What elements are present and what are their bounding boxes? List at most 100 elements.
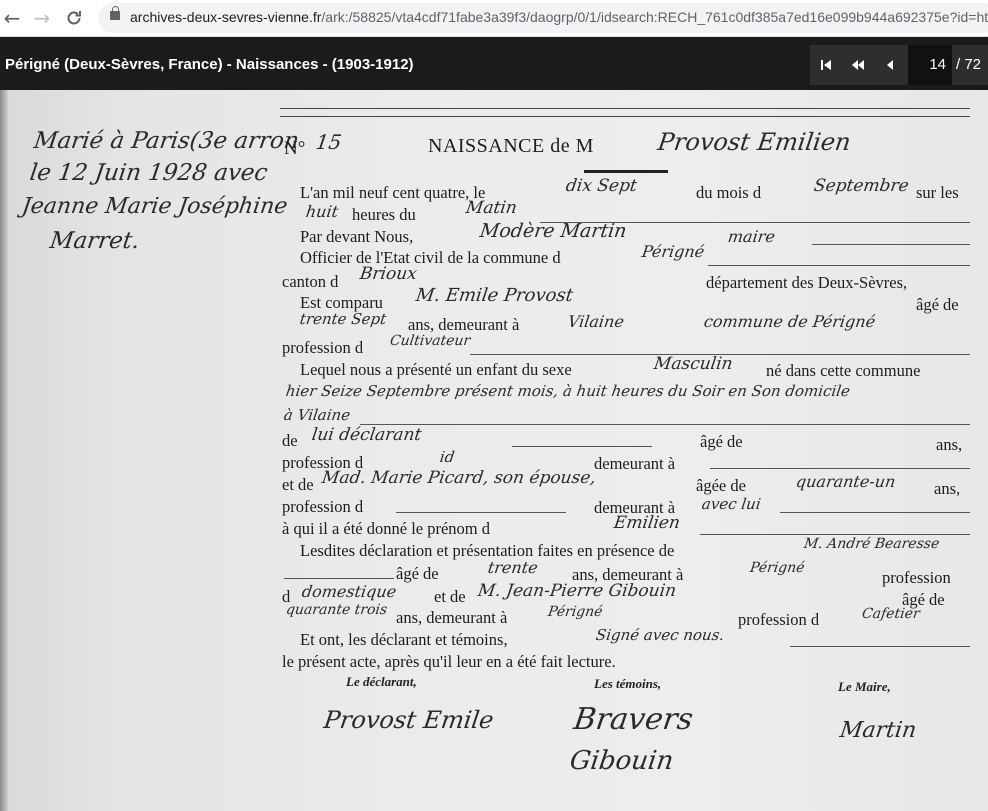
- hw-day: dix Sept: [564, 176, 639, 196]
- text-l14c: ans,: [934, 479, 961, 498]
- hw-profession-id: id: [438, 448, 456, 466]
- hw-witness2-place: Périgné: [546, 604, 604, 620]
- page-number-input[interactable]: 14: [908, 45, 952, 85]
- fill-line: [812, 244, 970, 245]
- text-l8a: profession d: [282, 338, 364, 357]
- text-l20b: profession d: [738, 610, 820, 629]
- hw-witness2-profession: Cafetier: [860, 606, 921, 622]
- rewind-icon[interactable]: [842, 45, 874, 85]
- hw-commune: Périgné: [640, 242, 706, 261]
- viewer-header: Périgné (Deux-Sèvres, France) - Naissanc…: [0, 37, 988, 90]
- hw-time: Matin: [464, 198, 519, 218]
- hw-mother: Mad. Marie Picard, son épouse,: [320, 468, 598, 488]
- reload-icon[interactable]: [62, 6, 86, 30]
- back-arrow-icon[interactable]: ←: [0, 6, 24, 30]
- text-l1c: sur les: [916, 183, 959, 202]
- text-l6b: âgé de: [916, 295, 959, 314]
- signature-witness-1: Bravers: [571, 702, 696, 737]
- hw-month: Septembre: [812, 176, 911, 196]
- hw-hour: huit: [304, 202, 340, 221]
- text-l1b: du mois d: [696, 183, 762, 202]
- previous-page-icon[interactable]: [874, 45, 906, 85]
- margin-note-line-3: Jeanne Marie Joséphine: [20, 194, 290, 219]
- fill-line: [284, 578, 394, 579]
- forward-arrow-icon[interactable]: →: [30, 6, 54, 30]
- fill-line: [700, 534, 970, 535]
- signature-witness-2: Gibouin: [567, 746, 676, 776]
- heading-underline: [584, 170, 668, 173]
- label-mayor: Le Maire,: [838, 679, 891, 694]
- hw-birth-detail: hier Seize Septembre présent mois, à hui…: [284, 382, 852, 400]
- hw-witness1-name: M. André Bearesse: [802, 536, 941, 552]
- address-bar[interactable]: archives-deux-sevres-vienne.fr/ark:/5882…: [98, 3, 988, 33]
- child-name: Provost Emilien: [656, 128, 853, 156]
- signature-declarant: Provost Emile: [322, 706, 496, 734]
- text-l19b: et de: [434, 587, 466, 606]
- page-total: / 72: [956, 56, 982, 73]
- hw-canton: Brioux: [358, 264, 419, 284]
- hw-father-name: M. Emile Provost: [414, 285, 575, 306]
- hw-signed: Signé avec nous.: [594, 626, 726, 644]
- fill-line: [790, 646, 970, 647]
- hw-mother-age: quarante-un: [794, 472, 897, 491]
- text-l9b: né dans cette commune: [766, 361, 921, 380]
- text-l4a: Officier de l'Etat civil de la commune d: [300, 248, 561, 267]
- top-rule-2: [280, 116, 970, 117]
- hw-mayor-title: maire: [726, 227, 777, 246]
- fill-line: [360, 424, 970, 425]
- act-number: 15: [314, 130, 344, 154]
- hw-sex: Masculin: [652, 354, 734, 374]
- hw-given-name: Emilien: [612, 513, 682, 533]
- fill-line: [396, 512, 566, 513]
- first-page-icon[interactable]: [810, 45, 842, 85]
- act-heading: NAISSANCE de M: [428, 135, 594, 157]
- hw-father-age: trente Sept: [298, 310, 388, 328]
- hw-mother-residence: avec lui: [700, 495, 762, 513]
- text-l1a: L'an mil neuf cent quatre, le: [300, 183, 486, 202]
- text-l21a: Et ont, les déclarant et témoins,: [300, 630, 508, 649]
- hw-witness1-place: Périgné: [748, 560, 806, 576]
- hw-father-profession: Cultivateur: [388, 333, 472, 349]
- text-l3a: Par devant Nous,: [300, 227, 414, 246]
- hw-declarant: lui déclarant: [310, 425, 423, 445]
- hw-witness2-name: M. Jean-Pierre Gibouin: [476, 581, 678, 601]
- lock-icon: [110, 6, 120, 20]
- text-l17a: Lesdites déclaration et présentation fai…: [300, 541, 675, 560]
- page-navigator: 14 / 72: [810, 45, 988, 85]
- url-text: archives-deux-sevres-vienne.fr/ark:/5882…: [130, 9, 988, 25]
- page-edge: [0, 90, 8, 811]
- text-l5b: département des Deux-Sèvres,: [706, 273, 908, 292]
- document-viewer[interactable]: Marié à Paris(3e arron le 12 Juin 1928 a…: [0, 90, 988, 811]
- act-number-label: N°: [284, 138, 306, 159]
- text-l12a: de: [282, 431, 298, 450]
- url-path: /ark:/58825/vta4cdf71fabe3a39f3/daogrp/0…: [321, 9, 988, 25]
- url-domain: archives-deux-sevres-vienne.fr: [130, 9, 322, 25]
- text-l16a: à qui il a été donné le prénom d: [282, 519, 491, 538]
- text-l12c: ans,: [936, 435, 963, 454]
- text-l15a: profession d: [282, 497, 364, 516]
- document-title: Périgné (Deux-Sèvres, France) - Naissanc…: [5, 56, 414, 73]
- hw-father-place: Vilaine: [566, 312, 626, 331]
- text-l14b: âgée de: [696, 476, 746, 495]
- hw-witness2-age: quarante trois: [284, 602, 389, 618]
- hw-witness1-profession: domestique: [300, 582, 398, 601]
- text-l14a: et de: [282, 475, 314, 494]
- fill-line: [780, 512, 970, 513]
- label-witnesses: Les témoins,: [594, 676, 662, 691]
- text-l20a: ans, demeurant à: [396, 608, 508, 627]
- hw-father-commune: commune de Périgné: [702, 312, 877, 331]
- label-declarant: Le déclarant,: [346, 674, 417, 689]
- text-l18c: profession: [882, 568, 951, 587]
- margin-note-line-2: le 12 Juin 1928 avec: [28, 160, 270, 186]
- hw-mayor-name: Modère Martin: [478, 220, 629, 242]
- browser-toolbar: ← → archives-deux-sevres-vienne.fr/ark:/…: [0, 0, 988, 37]
- hw-birth-place: à Vilaine: [282, 406, 352, 424]
- text-l22a: le présent acte, après qu'il leur en a é…: [282, 652, 616, 671]
- margin-note-line-1: Marié à Paris(3e arron: [32, 128, 301, 154]
- hw-witness1-age: trente: [486, 558, 540, 577]
- text-l5a: canton d: [282, 272, 339, 291]
- text-l7a: ans, demeurant à: [408, 315, 520, 334]
- text-l18a: âgé de: [396, 564, 439, 583]
- text-l13b: demeurant à: [594, 454, 676, 473]
- text-l9a: Lequel nous a présenté un enfant du sexe: [300, 360, 572, 379]
